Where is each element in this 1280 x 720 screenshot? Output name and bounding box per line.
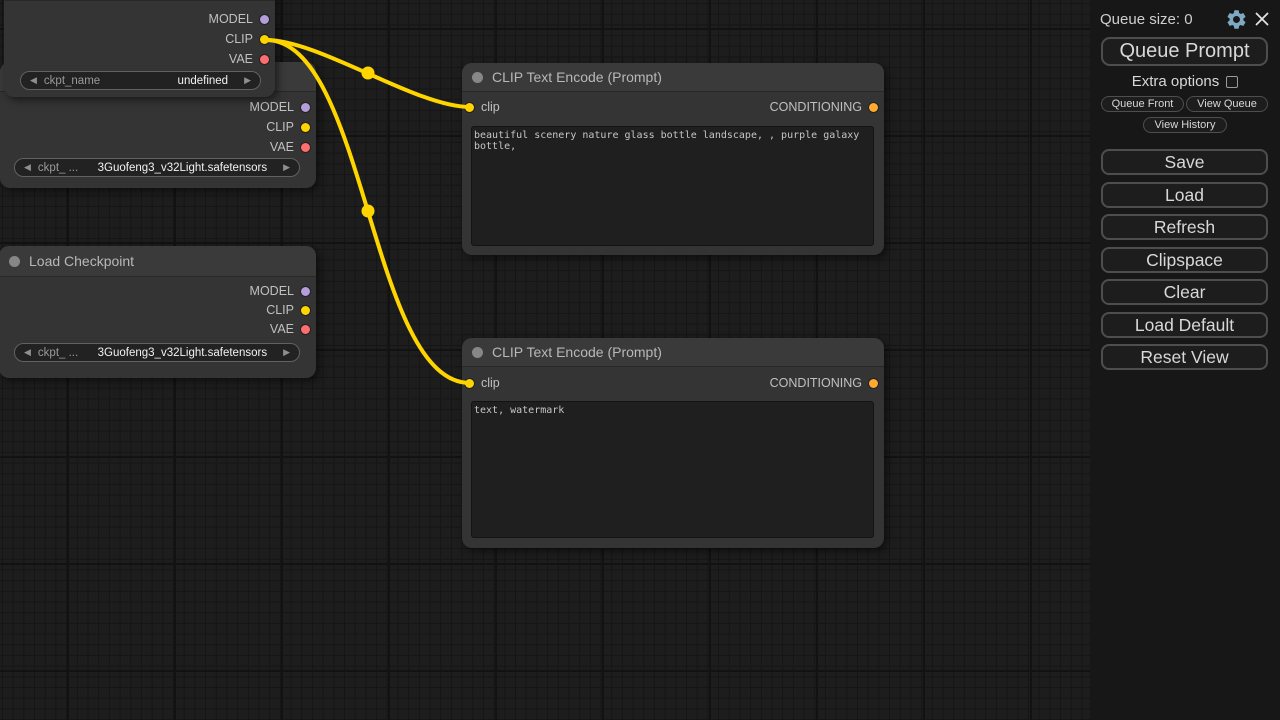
clip-input-dot[interactable] — [465, 379, 474, 388]
comfy-menu-panel: Queue size: 0 Queue Prompt Extra options… — [1090, 0, 1280, 720]
output-slot-model[interactable]: MODEL — [250, 281, 316, 301]
queue-prompt-button[interactable]: Queue Prompt — [1101, 37, 1268, 66]
ckpt-name-widget[interactable]: ◀ ckpt_ ... 3Guofeng3_v32Light.safetenso… — [14, 343, 300, 362]
output-label: MODEL — [250, 284, 294, 298]
output-slot-vae[interactable]: VAE — [270, 319, 316, 339]
input-label: clip — [481, 376, 500, 390]
input-slot-clip[interactable]: clip — [462, 97, 500, 117]
input-label: clip — [481, 100, 500, 114]
output-slot-clip[interactable]: CLIP — [225, 29, 275, 49]
widget-name: ckpt_ ... — [38, 347, 78, 359]
node-load-checkpoint[interactable]: Load Checkpoint MODEL CLIP VAE ◀ ckpt_ .… — [0, 246, 316, 378]
output-label: VAE — [270, 322, 294, 336]
clip-slot-dot[interactable] — [301, 306, 310, 315]
output-slot-clip[interactable]: CLIP — [266, 117, 316, 137]
extra-options-row: Extra options — [1090, 73, 1280, 90]
output-label: MODEL — [209, 12, 253, 26]
output-label: CONDITIONING — [770, 376, 862, 390]
ckpt-name-widget[interactable]: ◀ ckpt_name undefined ▶ — [20, 71, 261, 90]
vae-slot-dot[interactable] — [260, 55, 269, 64]
load-button[interactable]: Load — [1101, 182, 1268, 208]
output-label: CONDITIONING — [770, 100, 862, 114]
clipspace-button[interactable]: Clipspace — [1101, 247, 1268, 273]
widget-next-arrow-icon[interactable]: ▶ — [283, 348, 290, 357]
view-queue-button[interactable]: View Queue — [1186, 96, 1268, 112]
clip-slot-dot[interactable] — [260, 35, 269, 44]
reset-view-button[interactable]: Reset View — [1101, 344, 1268, 370]
widget-prev-arrow-icon[interactable]: ◀ — [24, 348, 31, 357]
node-header[interactable]: CLIP Text Encode (Prompt) — [462, 338, 884, 367]
output-slot-model[interactable]: MODEL — [250, 97, 316, 117]
model-slot-dot[interactable] — [301, 287, 310, 296]
model-slot-dot[interactable] — [301, 103, 310, 112]
link-midpoint-dot[interactable] — [362, 205, 375, 218]
input-slot-clip[interactable]: clip — [462, 373, 500, 393]
queue-front-button[interactable]: Queue Front — [1101, 96, 1184, 112]
output-label: CLIP — [266, 120, 294, 134]
widget-value: 3Guofeng3_v32Light.safetensors — [85, 347, 276, 359]
widget-value: undefined — [107, 75, 237, 87]
node-graph-canvas[interactable]: MODEL CLIP VAE ◀ ckpt_ ... 3Guofeng3_v32… — [0, 0, 1090, 720]
widget-name: ckpt_ ... — [38, 162, 78, 174]
model-slot-dot[interactable] — [260, 15, 269, 24]
refresh-button[interactable]: Refresh — [1101, 214, 1268, 240]
load-default-button[interactable]: Load Default — [1101, 312, 1268, 338]
output-label: VAE — [270, 140, 294, 154]
close-icon[interactable] — [1254, 11, 1270, 27]
collapse-dot-icon[interactable] — [472, 347, 483, 358]
node-clip-text-encode-positive[interactable]: CLIP Text Encode (Prompt) clip CONDITION… — [462, 63, 884, 255]
collapse-dot-icon[interactable] — [472, 72, 483, 83]
widget-next-arrow-icon[interactable]: ▶ — [283, 163, 290, 172]
node-header[interactable] — [4, 0, 275, 1]
ckpt-name-widget[interactable]: ◀ ckpt_ ... 3Guofeng3_v32Light.safetenso… — [14, 158, 300, 177]
output-label: VAE — [229, 52, 253, 66]
clear-button[interactable]: Clear — [1101, 279, 1268, 305]
output-slot-conditioning[interactable]: CONDITIONING — [770, 97, 884, 117]
collapse-dot-icon[interactable] — [9, 256, 20, 267]
widget-value: 3Guofeng3_v32Light.safetensors — [85, 162, 276, 174]
output-slot-vae[interactable]: VAE — [229, 49, 275, 69]
node-header[interactable]: Load Checkpoint — [0, 246, 316, 277]
prompt-textarea[interactable]: text, watermark — [471, 401, 874, 538]
clip-slot-dot[interactable] — [301, 123, 310, 132]
output-label: MODEL — [250, 100, 294, 114]
conditioning-slot-dot[interactable] — [869, 103, 878, 112]
widget-name: ckpt_name — [44, 75, 100, 87]
view-history-button[interactable]: View History — [1143, 117, 1227, 133]
node-title: CLIP Text Encode (Prompt) — [492, 69, 662, 85]
vae-slot-dot[interactable] — [301, 143, 310, 152]
extra-options-label: Extra options — [1132, 73, 1220, 90]
node-title: CLIP Text Encode (Prompt) — [492, 344, 662, 360]
node-header[interactable]: CLIP Text Encode (Prompt) — [462, 63, 884, 92]
node-clip-text-encode-negative[interactable]: CLIP Text Encode (Prompt) clip CONDITION… — [462, 338, 884, 548]
link-midpoint-dot[interactable] — [362, 67, 375, 80]
vae-slot-dot[interactable] — [301, 325, 310, 334]
widget-prev-arrow-icon[interactable]: ◀ — [24, 163, 31, 172]
output-slot-clip[interactable]: CLIP — [266, 300, 316, 320]
node-checkpoint-top[interactable]: MODEL CLIP VAE ◀ ckpt_name undefined ▶ — [4, 0, 275, 97]
clip-input-dot[interactable] — [465, 103, 474, 112]
widget-next-arrow-icon[interactable]: ▶ — [244, 76, 251, 85]
save-button[interactable]: Save — [1101, 149, 1268, 175]
extra-options-checkbox[interactable] — [1226, 76, 1238, 88]
widget-prev-arrow-icon[interactable]: ◀ — [30, 76, 37, 85]
output-slot-conditioning[interactable]: CONDITIONING — [770, 373, 884, 393]
output-slot-model[interactable]: MODEL — [209, 9, 275, 29]
queue-size-label: Queue size: 0 — [1100, 11, 1193, 28]
prompt-textarea[interactable]: beautiful scenery nature glass bottle la… — [471, 126, 874, 246]
output-slot-vae[interactable]: VAE — [270, 137, 316, 157]
settings-gear-icon[interactable] — [1225, 8, 1248, 31]
node-title: Load Checkpoint — [29, 253, 134, 269]
output-label: CLIP — [225, 32, 253, 46]
output-label: CLIP — [266, 303, 294, 317]
conditioning-slot-dot[interactable] — [869, 379, 878, 388]
